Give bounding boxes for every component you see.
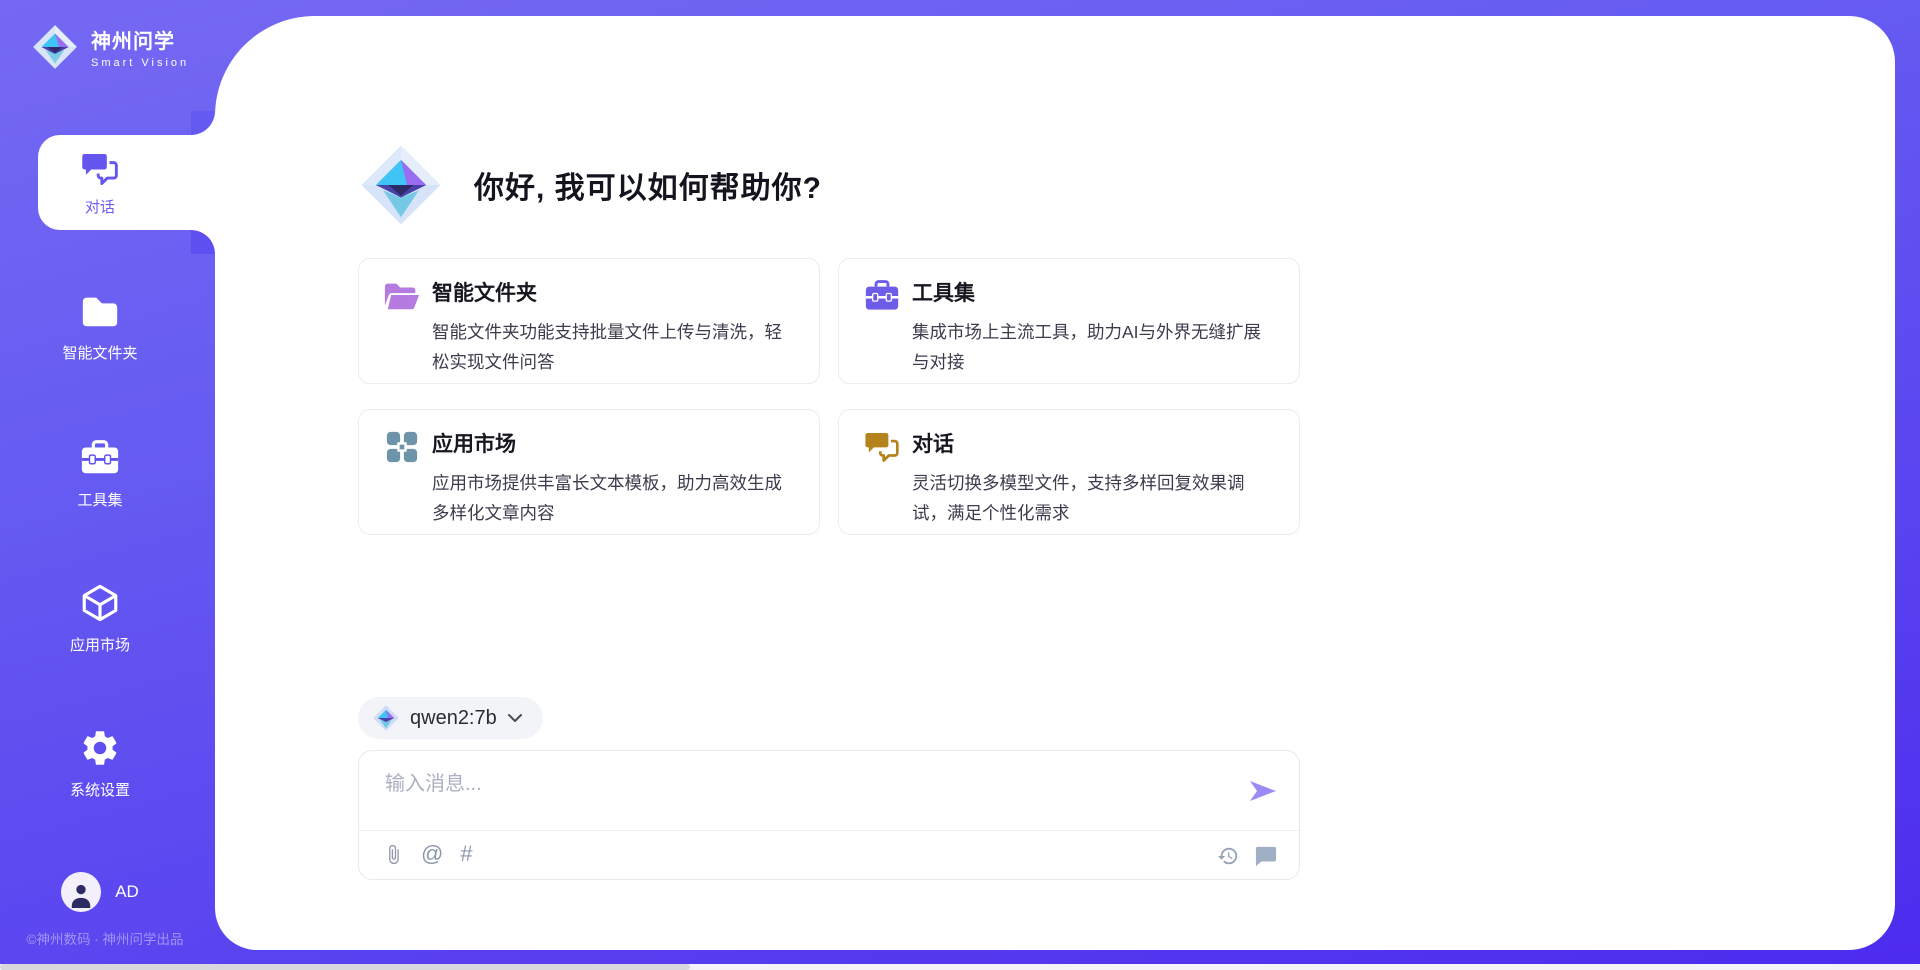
card-toolset[interactable]: 工具集 集成市场上主流工具，助力AI与外界无缝扩展与对接 [838,258,1300,384]
model-name: qwen2:7b [410,707,497,730]
chat-icon [80,149,120,189]
history-icon[interactable] [1217,845,1239,867]
sidebar-footer: ©神州数码 · 神州问学出品 [0,928,210,948]
feature-cards: 智能文件夹 智能文件夹功能支持批量文件上传与清洗，轻松实现文件问答 工具集 集成… [358,258,1300,535]
tab-fillet-top [191,111,215,135]
card-desc: 灵活切换多模型文件，支持多样回复效果调试，满足个性化需求 [912,468,1275,528]
card-chat[interactable]: 对话 灵活切换多模型文件，支持多样回复效果调试，满足个性化需求 [838,409,1300,535]
sidebar-item-label: 应用市场 [70,634,130,655]
toolbox-icon [863,279,901,313]
chat-bubble-icon[interactable] [1255,845,1277,867]
composer-tools: @ # [383,843,473,865]
card-smart-folder[interactable]: 智能文件夹 智能文件夹功能支持批量文件上传与清洗，轻松实现文件问答 [358,258,820,384]
greeting-text: 你好, 我可以如何帮助你? [474,163,822,207]
composer: @ # [358,750,1300,880]
folder-icon [79,290,121,332]
composer-divider [359,830,1299,831]
cube-icon [79,582,121,624]
grid-icon [383,430,421,464]
card-title: 应用市场 [432,428,795,458]
gem-logo-icon [30,22,80,72]
card-desc: 智能文件夹功能支持批量文件上传与清洗，轻松实现文件问答 [432,317,795,377]
paperclip-icon[interactable] [383,844,404,865]
greeting: 你好, 我可以如何帮助你? [358,142,822,228]
hash-icon[interactable]: # [460,843,472,865]
user-row[interactable]: AD [0,872,200,912]
card-title: 智能文件夹 [432,277,795,307]
scrollbar-thumb[interactable] [0,964,690,970]
avatar[interactable] [61,872,101,912]
chat-icon [863,430,901,464]
sidebar-item-label: 系统设置 [70,779,130,800]
gem-logo-icon [372,704,400,732]
sidebar-item-toolset[interactable]: 工具集 [0,437,200,510]
app-logo: 神州问学 Smart Vision [30,22,189,72]
sidebar-item-settings[interactable]: 系统设置 [0,727,200,800]
card-app-market[interactable]: 应用市场 应用市场提供丰富长文本模板，助力高效生成多样化文章内容 [358,409,820,535]
card-title: 工具集 [912,277,1275,307]
sidebar-item-chat[interactable]: 对话 [38,135,162,230]
card-title: 对话 [912,428,1275,458]
sidebar-item-label: 工具集 [77,489,122,510]
person-icon [68,882,94,908]
model-selector[interactable]: qwen2:7b [358,697,543,739]
horizontal-scrollbar[interactable] [0,964,1920,970]
message-input[interactable] [385,767,1225,822]
app-name: 神州问学 [91,25,189,54]
tab-fillet-bottom [191,230,215,254]
composer-right-tools [1217,845,1277,867]
app-title-group: 神州问学 Smart Vision [91,25,189,69]
gear-icon [79,727,121,769]
user-name: AD [115,882,139,902]
folder-open-icon [383,279,421,313]
card-desc: 集成市场上主流工具，助力AI与外界无缝扩展与对接 [912,317,1275,377]
send-icon [1249,779,1277,803]
sidebar-item-label: 对话 [85,196,115,217]
toolbox-icon [79,437,121,479]
sidebar-item-smart-folder[interactable]: 智能文件夹 [0,290,200,363]
sidebar-item-label: 智能文件夹 [62,342,137,363]
content-area: 你好, 我可以如何帮助你? 智能文件夹 智能文件夹功能支持批量文件上传与清洗，轻… [358,0,1300,970]
mention-icon[interactable]: @ [421,843,443,865]
send-button[interactable] [1249,779,1277,803]
sidebar-item-app-market[interactable]: 应用市场 [0,582,200,655]
card-desc: 应用市场提供丰富长文本模板，助力高效生成多样化文章内容 [432,468,795,528]
gem-logo-icon [358,142,444,228]
sidebar: 神州问学 Smart Vision 对话 智能文件夹 工具集 [0,0,215,970]
app-subtitle: Smart Vision [91,57,189,69]
chevron-down-icon [507,713,523,723]
